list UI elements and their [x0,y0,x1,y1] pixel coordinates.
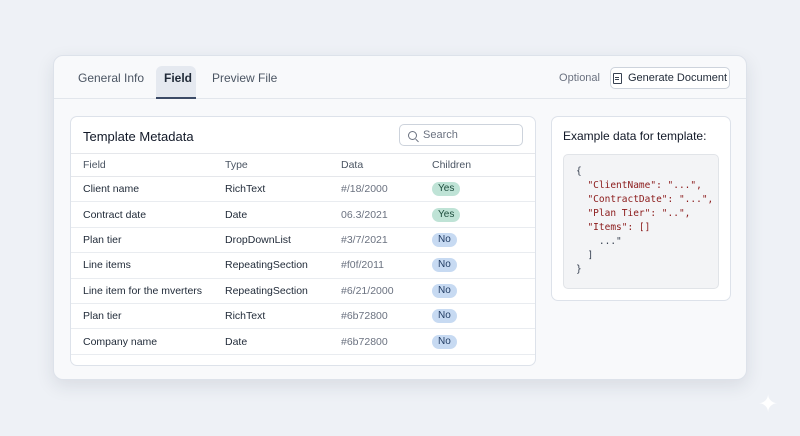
code-line: ] [576,250,594,261]
table-row[interactable]: Company name Date #6b72800 No [71,328,535,355]
children-badge: No [432,258,457,273]
cell-field: Plan tier [71,303,225,330]
sparkle-icon: ✦ [757,391,779,418]
table-row[interactable]: Plan tier DropDownList #3/7/2021 No [71,227,535,254]
cell-data: #f0f/2011 [341,252,432,279]
example-json-code: { "ClientName": "...", "ContractDate": "… [563,154,719,289]
template-metadata-panel: Template Metadata Field Type Data Childr… [70,116,536,366]
table-row[interactable]: Line item for the mverters RepeatingSect… [71,278,535,304]
code-line: ..." [576,236,622,247]
children-badge: No [432,334,457,349]
cell-type: Date [225,201,341,228]
cell-field: Client name [71,176,225,203]
cell-children: No [432,278,535,304]
cell-type: RepeatingSection [225,252,341,279]
panel-title: Template Metadata [83,129,194,144]
children-badge: No [432,283,457,298]
code-line: "ContractDate": "...", [576,194,714,205]
cell-data: 06.3/2021 [341,201,432,228]
cell-field: Company name [71,328,225,355]
document-template-card: General Info Field Preview File Optional… [53,55,747,380]
cell-field: Plan tier [71,227,225,254]
cell-children: No [432,303,535,330]
table-header-row: Field Type Data Children [71,153,535,177]
tab-bar: General Info Field Preview File Optional… [54,56,746,99]
search-input[interactable] [423,129,513,141]
cell-field: Line item for the mverters [71,278,225,304]
cell-type: RichText [225,303,341,330]
cell-data: #/18/2000 [341,176,432,203]
cell-type: RichText [225,176,341,203]
cell-data: #6b72800 [341,328,432,355]
tab-general-info[interactable]: General Info [70,66,152,99]
cell-field: Line items [71,252,225,279]
code-line: } [576,264,582,275]
code-line: "Items": [] [576,222,651,233]
example-data-panel: Example data for template: { "ClientName… [551,116,731,301]
code-line: { [576,166,582,177]
code-line: "Plan Tier": "..", [576,208,691,219]
search-icon [408,130,417,140]
column-header-type[interactable]: Type [225,153,341,177]
table-row[interactable]: Client name RichText #/18/2000 Yes [71,176,535,203]
tab-preview-file[interactable]: Preview File [204,66,285,99]
cell-children: No [432,328,535,355]
column-header-field[interactable]: Field [71,153,225,177]
children-badge: Yes [432,207,461,222]
example-title: Example data for template: [563,129,707,143]
children-badge: No [432,309,457,324]
cell-type: Date [225,328,341,355]
search-box[interactable] [399,124,523,146]
cell-children: No [432,227,535,254]
code-line: "ClientName": "...", [576,180,702,191]
cell-type: DropDownList [225,227,341,254]
optional-label: Optional [559,72,600,84]
column-header-children[interactable]: Children [432,153,535,177]
tab-field[interactable]: Field [156,66,196,99]
children-badge: No [432,232,457,247]
cell-data: #6/21/2000 [341,278,432,304]
cell-children: No [432,252,535,279]
table-row[interactable]: Plan tier RichText #6b72800 No [71,303,535,330]
document-icon [612,72,622,84]
cell-children: Yes [432,176,535,203]
cell-children: Yes [432,201,535,228]
metadata-table: Field Type Data Children Client name Ric… [71,153,535,355]
table-row[interactable]: Contract date Date 06.3/2021 Yes [71,201,535,228]
column-header-data[interactable]: Data [341,153,432,177]
cell-data: #3/7/2021 [341,227,432,254]
cell-data: #6b72800 [341,303,432,330]
generate-document-button[interactable]: Generate Document [610,67,730,89]
children-badge: Yes [432,182,461,197]
table-row[interactable]: Line items RepeatingSection #f0f/2011 No [71,252,535,279]
generate-document-label: Generate Document [627,72,728,84]
cell-type: RepeatingSection [225,278,341,304]
cell-field: Contract date [71,201,225,228]
